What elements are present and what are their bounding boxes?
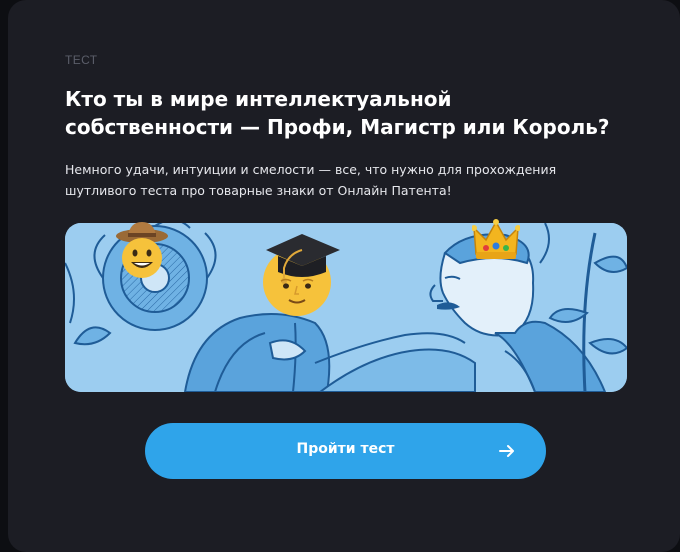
- category-label: ТЕСТ: [65, 53, 98, 67]
- quiz-description: Немного удачи, интуиции и смелости — все…: [65, 162, 557, 198]
- quiz-title: Кто ты в мире интеллектуальной собственн…: [65, 87, 610, 139]
- cowboy-emoji-icon: [116, 222, 168, 278]
- crown-emoji-icon: [472, 219, 520, 259]
- quiz-card: ТЕСТ Кто ты в мире интеллектуальной собс…: [8, 0, 680, 552]
- arrow-right-icon: [499, 445, 514, 457]
- start-quiz-label: Пройти тест: [296, 441, 395, 457]
- graduation-cap-emoji-icon: [263, 234, 340, 316]
- start-quiz-button[interactable]: Пройти тест: [145, 423, 546, 479]
